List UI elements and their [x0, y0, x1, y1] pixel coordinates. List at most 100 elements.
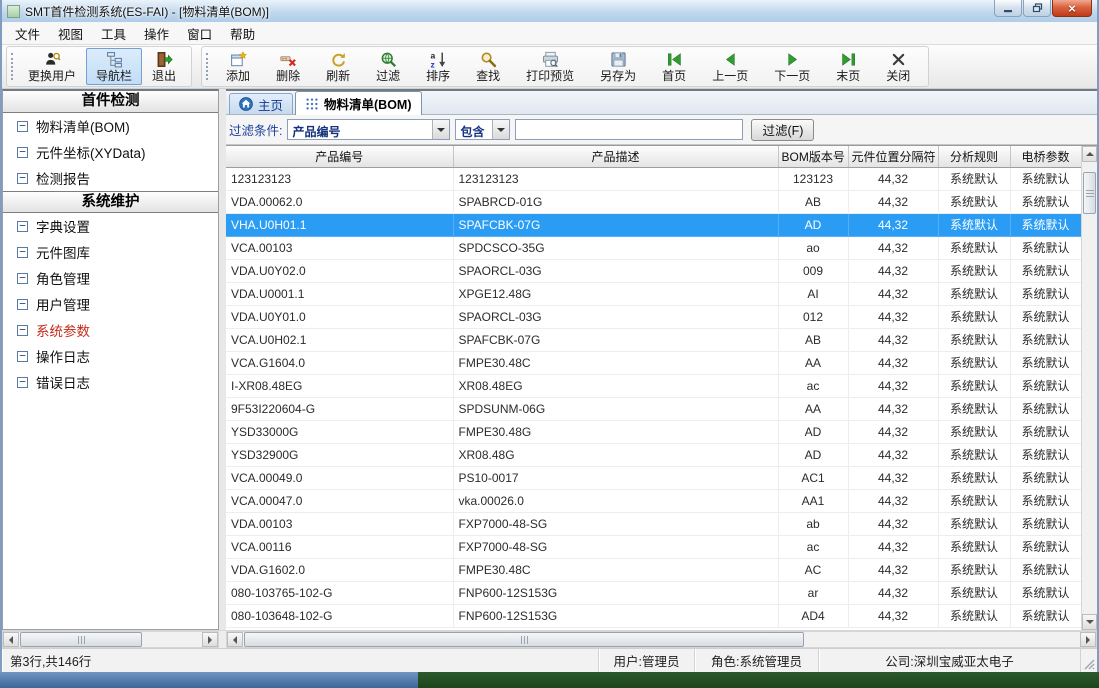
menu-item-1[interactable]: 视图 [49, 21, 92, 46]
table-cell[interactable]: PS10-0017 [453, 466, 778, 489]
scroll-up-button[interactable] [1082, 146, 1097, 162]
table-cell[interactable]: 系统默认 [1010, 190, 1081, 213]
table-cell[interactable]: VDA.G1602.0 [226, 558, 453, 581]
close-button[interactable]: × [1052, 0, 1092, 17]
toolbar-button-last-page[interactable]: 末页 [823, 48, 873, 85]
table-cell[interactable]: AA [778, 397, 848, 420]
vertical-scroll-thumb[interactable] [1083, 172, 1096, 214]
table-row[interactable]: VCA.00116FXP7000-48-SGac44,32系统默认系统默认 [226, 535, 1081, 558]
menu-item-5[interactable]: 帮助 [221, 21, 264, 46]
sidebar-item[interactable]: −错误日志 [3, 369, 218, 395]
column-header-2[interactable]: BOM版本号 [778, 146, 848, 167]
table-cell[interactable]: 系统默认 [1010, 328, 1081, 351]
table-cell[interactable]: VHA.U0H01.1 [226, 213, 453, 236]
table-cell[interactable]: 123123123 [453, 167, 778, 190]
table-horizontal-scrollbar[interactable] [226, 631, 1097, 648]
table-cell[interactable]: FMPE30.48G [453, 420, 778, 443]
table-cell[interactable]: AA [778, 351, 848, 374]
table-cell[interactable]: AB [778, 190, 848, 213]
table-cell[interactable]: 系统默认 [938, 190, 1010, 213]
table-row[interactable]: VDA.U0001.1XPGE12.48GAI44,32系统默认系统默认 [226, 282, 1081, 305]
table-cell[interactable]: AD [778, 213, 848, 236]
horizontal-scroll-thumb[interactable] [20, 632, 142, 647]
table-cell[interactable]: ab [778, 512, 848, 535]
table-cell[interactable]: 44,32 [848, 374, 938, 397]
menu-item-3[interactable]: 操作 [135, 21, 178, 46]
toolbar-button-first-page[interactable]: 首页 [649, 48, 699, 85]
table-cell[interactable]: 44,32 [848, 328, 938, 351]
table-cell[interactable]: 系统默认 [938, 604, 1010, 627]
table-cell[interactable]: VDA.00062.0 [226, 190, 453, 213]
table-cell[interactable]: 44,32 [848, 190, 938, 213]
table-cell[interactable]: AB [778, 328, 848, 351]
table-cell[interactable]: 系统默认 [1010, 374, 1081, 397]
table-cell[interactable]: 44,32 [848, 397, 938, 420]
horizontal-scroll-thumb[interactable] [244, 632, 804, 647]
table-cell[interactable]: 9F53I220604-G [226, 397, 453, 420]
toolbar-button-exit[interactable]: 退出 [142, 48, 186, 85]
filter-field-select[interactable]: 产品编号 [287, 119, 450, 140]
table-cell[interactable]: ar [778, 581, 848, 604]
column-header-1[interactable]: 产品描述 [453, 146, 778, 167]
table-row[interactable]: I-XR08.48EGXR08.48EGac44,32系统默认系统默认 [226, 374, 1081, 397]
table-cell[interactable]: FXP7000-48-SG [453, 512, 778, 535]
table-cell[interactable]: VCA.00116 [226, 535, 453, 558]
table-cell[interactable]: 系统默认 [938, 581, 1010, 604]
minimize-button[interactable] [994, 0, 1022, 17]
scroll-right-button[interactable] [1080, 632, 1096, 647]
table-cell[interactable]: AC1 [778, 466, 848, 489]
scroll-left-button[interactable] [227, 632, 243, 647]
dropdown-button[interactable] [432, 120, 449, 139]
table-cell[interactable]: SPAORCL-03G [453, 305, 778, 328]
filter-apply-button[interactable]: 过滤(F) [751, 119, 814, 141]
column-header-0[interactable]: 产品编号 [226, 146, 453, 167]
table-cell[interactable]: 123123 [778, 167, 848, 190]
tab-bom[interactable]: 物料清单(BOM) [295, 91, 422, 115]
sidebar-horizontal-scrollbar[interactable] [2, 631, 219, 648]
table-cell[interactable]: XPGE12.48G [453, 282, 778, 305]
table-cell[interactable]: 系统默认 [1010, 167, 1081, 190]
table-cell[interactable]: SPAORCL-03G [453, 259, 778, 282]
scroll-down-button[interactable] [1082, 614, 1097, 630]
table-cell[interactable]: AD4 [778, 604, 848, 627]
menu-item-2[interactable]: 工具 [92, 21, 135, 46]
table-row[interactable]: VHA.U0H01.1SPAFCBK-07GAD44,32系统默认系统默认 [226, 213, 1081, 236]
table-cell[interactable]: 系统默认 [1010, 581, 1081, 604]
table-cell[interactable]: 系统默认 [938, 466, 1010, 489]
toolbar-button-print-preview[interactable]: 打印预览 [513, 48, 587, 85]
table-cell[interactable]: 系统默认 [1010, 535, 1081, 558]
table-cell[interactable]: 009 [778, 259, 848, 282]
table-cell[interactable]: 系统默认 [1010, 558, 1081, 581]
table-cell[interactable]: YSD32900G [226, 443, 453, 466]
table-cell[interactable]: VDA.U0Y01.0 [226, 305, 453, 328]
table-cell[interactable]: 系统默认 [938, 282, 1010, 305]
table-row[interactable]: VDA.00103FXP7000-48-SGab44,32系统默认系统默认 [226, 512, 1081, 535]
column-header-3[interactable]: 元件位置分隔符 [848, 146, 938, 167]
table-cell[interactable]: 44,32 [848, 466, 938, 489]
sidebar-item[interactable]: −字典设置 [3, 213, 218, 239]
table-cell[interactable]: 系统默认 [938, 167, 1010, 190]
toolbar-button-filter[interactable]: 过滤 [363, 48, 413, 85]
table-cell[interactable]: AD [778, 420, 848, 443]
table-cell[interactable]: VCA.00047.0 [226, 489, 453, 512]
menu-item-0[interactable]: 文件 [6, 21, 49, 46]
table-cell[interactable]: ao [778, 236, 848, 259]
vertical-scrollbar[interactable] [1081, 146, 1097, 630]
column-header-4[interactable]: 分析规则 [938, 146, 1010, 167]
table-cell[interactable]: AD [778, 443, 848, 466]
table-cell[interactable]: 系统默认 [938, 489, 1010, 512]
sidebar-item[interactable]: −角色管理 [3, 265, 218, 291]
table-cell[interactable]: FMPE30.48C [453, 351, 778, 374]
table-cell[interactable]: AI [778, 282, 848, 305]
table-cell[interactable]: 44,32 [848, 443, 938, 466]
table-cell[interactable]: SPDSUNM-06G [453, 397, 778, 420]
scroll-right-button[interactable] [202, 632, 218, 647]
toolbar-button-close[interactable]: 关闭 [873, 48, 923, 85]
table-cell[interactable]: 系统默认 [938, 236, 1010, 259]
table-cell[interactable]: SPAFCBK-07G [453, 328, 778, 351]
table-cell[interactable]: 080-103765-102-G [226, 581, 453, 604]
table-cell[interactable]: 系统默认 [1010, 259, 1081, 282]
table-row[interactable]: VCA.U0H02.1SPAFCBK-07GAB44,32系统默认系统默认 [226, 328, 1081, 351]
table-row[interactable]: VCA.00047.0vka.00026.0AA144,32系统默认系统默认 [226, 489, 1081, 512]
scroll-left-button[interactable] [3, 632, 19, 647]
